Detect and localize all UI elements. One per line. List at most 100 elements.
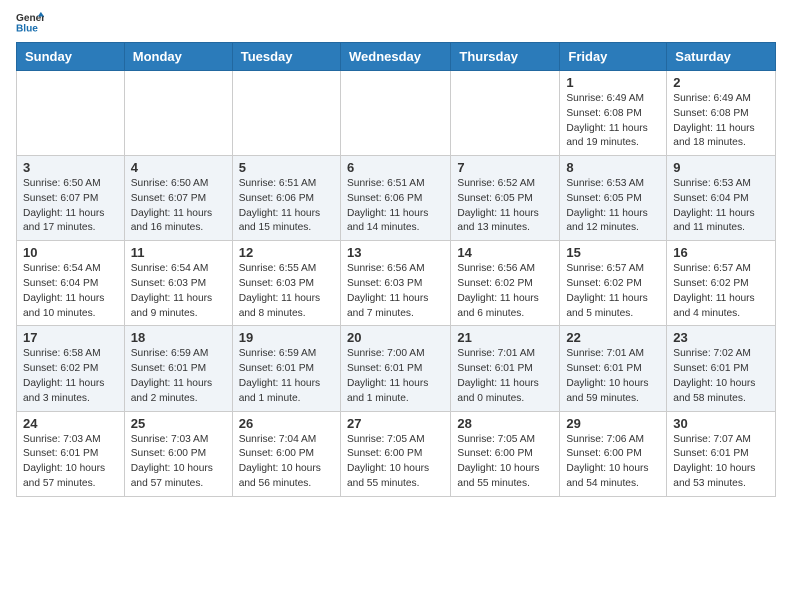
calendar-cell: 15Sunrise: 6:57 AM Sunset: 6:02 PM Dayli… — [560, 241, 667, 326]
day-info: Sunrise: 6:52 AM Sunset: 6:05 PM Dayligh… — [457, 177, 553, 236]
day-number: 26 — [239, 416, 334, 431]
calendar-cell — [451, 71, 560, 156]
day-number: 2 — [673, 75, 769, 90]
day-number: 14 — [457, 245, 553, 260]
calendar-cell: 9 Sunrise: 6:53 AM Sunset: 6:04 PM Daylig… — [667, 156, 776, 241]
day-number: 28 — [457, 416, 553, 431]
calendar-cell: 14Sunrise: 6:56 AM Sunset: 6:02 PM Dayli… — [451, 241, 560, 326]
day-number: 9 — [673, 160, 769, 175]
day-number: 5 — [239, 160, 334, 175]
calendar-cell: 6 Sunrise: 6:51 AM Sunset: 6:06 PM Daylig… — [340, 156, 450, 241]
day-number: 4 — [131, 160, 226, 175]
calendar-cell: 3 Sunrise: 6:50 AM Sunset: 6:07 PM Daylig… — [17, 156, 125, 241]
day-info: Sunrise: 7:01 AM Sunset: 6:01 PM Dayligh… — [566, 347, 660, 406]
logo-icon: General Blue — [16, 10, 44, 34]
week-row-2: 10 Sunrise: 6:54 AM Sunset: 6:04 PM Dayli… — [17, 241, 776, 326]
calendar-cell: 29 Sunrise: 7:06 AM Sunset: 6:00 PM Dayli… — [560, 411, 667, 496]
svg-text:Blue: Blue — [16, 23, 38, 34]
weekday-header-friday: Friday — [560, 43, 667, 71]
weekday-header-row: SundayMondayTuesdayWednesdayThursdayFrid… — [17, 43, 776, 71]
calendar-cell: 23 Sunrise: 7:02 AM Sunset: 6:01 PM Dayli… — [667, 326, 776, 411]
day-info: Sunrise: 6:51 AM Sunset: 6:06 PM Dayligh… — [347, 177, 444, 236]
calendar-cell: 27Sunrise: 7:05 AM Sunset: 6:00 PM Dayli… — [340, 411, 450, 496]
day-number: 10 — [23, 245, 118, 260]
day-info: Sunrise: 7:07 AM Sunset: 6:01 PM Dayligh… — [673, 433, 769, 492]
day-info: Sunrise: 6:57 AM Sunset: 6:02 PM Dayligh… — [566, 262, 660, 321]
day-info: Sunrise: 7:03 AM Sunset: 6:00 PM Dayligh… — [131, 433, 226, 492]
day-info: Sunrise: 6:59 AM Sunset: 6:01 PM Dayligh… — [239, 347, 334, 406]
calendar-cell: 5Sunrise: 6:51 AM Sunset: 6:06 PM Daylig… — [232, 156, 340, 241]
day-info: Sunrise: 6:57 AM Sunset: 6:02 PM Dayligh… — [673, 262, 769, 321]
calendar-cell: 21Sunrise: 7:01 AM Sunset: 6:01 PM Dayli… — [451, 326, 560, 411]
calendar-cell: 20Sunrise: 7:00 AM Sunset: 6:01 PM Dayli… — [340, 326, 450, 411]
day-info: Sunrise: 6:56 AM Sunset: 6:03 PM Dayligh… — [347, 262, 444, 321]
day-number: 18 — [131, 330, 226, 345]
day-info: Sunrise: 6:58 AM Sunset: 6:02 PM Dayligh… — [23, 347, 118, 406]
day-info: Sunrise: 7:05 AM Sunset: 6:00 PM Dayligh… — [457, 433, 553, 492]
calendar-cell: 12Sunrise: 6:55 AM Sunset: 6:03 PM Dayli… — [232, 241, 340, 326]
day-info: Sunrise: 7:06 AM Sunset: 6:00 PM Dayligh… — [566, 433, 660, 492]
day-info: Sunrise: 6:55 AM Sunset: 6:03 PM Dayligh… — [239, 262, 334, 321]
logo: General Blue — [16, 10, 48, 34]
day-number: 24 — [23, 416, 118, 431]
day-number: 17 — [23, 330, 118, 345]
calendar-cell — [17, 71, 125, 156]
day-number: 21 — [457, 330, 553, 345]
header: General Blue — [16, 10, 776, 34]
weekday-header-monday: Monday — [124, 43, 232, 71]
calendar-cell: 13 Sunrise: 6:56 AM Sunset: 6:03 PM Dayli… — [340, 241, 450, 326]
day-info: Sunrise: 6:53 AM Sunset: 6:05 PM Dayligh… — [566, 177, 660, 236]
calendar-cell: 2 Sunrise: 6:49 AM Sunset: 6:08 PM Daylig… — [667, 71, 776, 156]
day-info: Sunrise: 6:53 AM Sunset: 6:04 PM Dayligh… — [673, 177, 769, 236]
day-info: Sunrise: 7:04 AM Sunset: 6:00 PM Dayligh… — [239, 433, 334, 492]
weekday-header-thursday: Thursday — [451, 43, 560, 71]
calendar-cell: 8 Sunrise: 6:53 AM Sunset: 6:05 PM Daylig… — [560, 156, 667, 241]
day-number: 6 — [347, 160, 444, 175]
calendar-cell: 26 Sunrise: 7:04 AM Sunset: 6:00 PM Dayli… — [232, 411, 340, 496]
calendar-cell: 24 Sunrise: 7:03 AM Sunset: 6:01 PM Dayli… — [17, 411, 125, 496]
calendar-cell: 30 Sunrise: 7:07 AM Sunset: 6:01 PM Dayli… — [667, 411, 776, 496]
calendar-cell: 28 Sunrise: 7:05 AM Sunset: 6:00 PM Dayli… — [451, 411, 560, 496]
day-number: 29 — [566, 416, 660, 431]
week-row-0: 1 Sunrise: 6:49 AM Sunset: 6:08 PM Daylig… — [17, 71, 776, 156]
day-number: 16 — [673, 245, 769, 260]
calendar-cell: 22 Sunrise: 7:01 AM Sunset: 6:01 PM Dayli… — [560, 326, 667, 411]
day-number: 7 — [457, 160, 553, 175]
calendar-cell: 19 Sunrise: 6:59 AM Sunset: 6:01 PM Dayli… — [232, 326, 340, 411]
day-number: 8 — [566, 160, 660, 175]
calendar-cell: 1 Sunrise: 6:49 AM Sunset: 6:08 PM Daylig… — [560, 71, 667, 156]
calendar-cell: 16 Sunrise: 6:57 AM Sunset: 6:02 PM Dayli… — [667, 241, 776, 326]
calendar-cell: 10 Sunrise: 6:54 AM Sunset: 6:04 PM Dayli… — [17, 241, 125, 326]
calendar-cell: 25Sunrise: 7:03 AM Sunset: 6:00 PM Dayli… — [124, 411, 232, 496]
day-number: 27 — [347, 416, 444, 431]
day-info: Sunrise: 6:49 AM Sunset: 6:08 PM Dayligh… — [566, 92, 660, 151]
week-row-3: 17 Sunrise: 6:58 AM Sunset: 6:02 PM Dayli… — [17, 326, 776, 411]
weekday-header-sunday: Sunday — [17, 43, 125, 71]
day-info: Sunrise: 6:59 AM Sunset: 6:01 PM Dayligh… — [131, 347, 226, 406]
day-number: 22 — [566, 330, 660, 345]
weekday-header-saturday: Saturday — [667, 43, 776, 71]
day-info: Sunrise: 7:00 AM Sunset: 6:01 PM Dayligh… — [347, 347, 444, 406]
calendar-cell: 11 Sunrise: 6:54 AM Sunset: 6:03 PM Dayli… — [124, 241, 232, 326]
day-number: 1 — [566, 75, 660, 90]
day-info: Sunrise: 6:54 AM Sunset: 6:03 PM Dayligh… — [131, 262, 226, 321]
calendar-cell: 18 Sunrise: 6:59 AM Sunset: 6:01 PM Dayli… — [124, 326, 232, 411]
day-info: Sunrise: 6:50 AM Sunset: 6:07 PM Dayligh… — [23, 177, 118, 236]
day-info: Sunrise: 7:02 AM Sunset: 6:01 PM Dayligh… — [673, 347, 769, 406]
weekday-header-tuesday: Tuesday — [232, 43, 340, 71]
day-info: Sunrise: 6:49 AM Sunset: 6:08 PM Dayligh… — [673, 92, 769, 151]
calendar-cell — [340, 71, 450, 156]
day-info: Sunrise: 6:54 AM Sunset: 6:04 PM Dayligh… — [23, 262, 118, 321]
day-number: 23 — [673, 330, 769, 345]
week-row-4: 24 Sunrise: 7:03 AM Sunset: 6:01 PM Dayli… — [17, 411, 776, 496]
day-info: Sunrise: 6:50 AM Sunset: 6:07 PM Dayligh… — [131, 177, 226, 236]
calendar-cell: 4 Sunrise: 6:50 AM Sunset: 6:07 PM Daylig… — [124, 156, 232, 241]
calendar-page: General Blue SundayMondayTuesdayWednesda… — [0, 0, 792, 513]
day-number: 30 — [673, 416, 769, 431]
calendar-table: SundayMondayTuesdayWednesdayThursdayFrid… — [16, 42, 776, 497]
day-number: 19 — [239, 330, 334, 345]
day-info: Sunrise: 7:03 AM Sunset: 6:01 PM Dayligh… — [23, 433, 118, 492]
day-number: 13 — [347, 245, 444, 260]
day-number: 3 — [23, 160, 118, 175]
day-number: 11 — [131, 245, 226, 260]
